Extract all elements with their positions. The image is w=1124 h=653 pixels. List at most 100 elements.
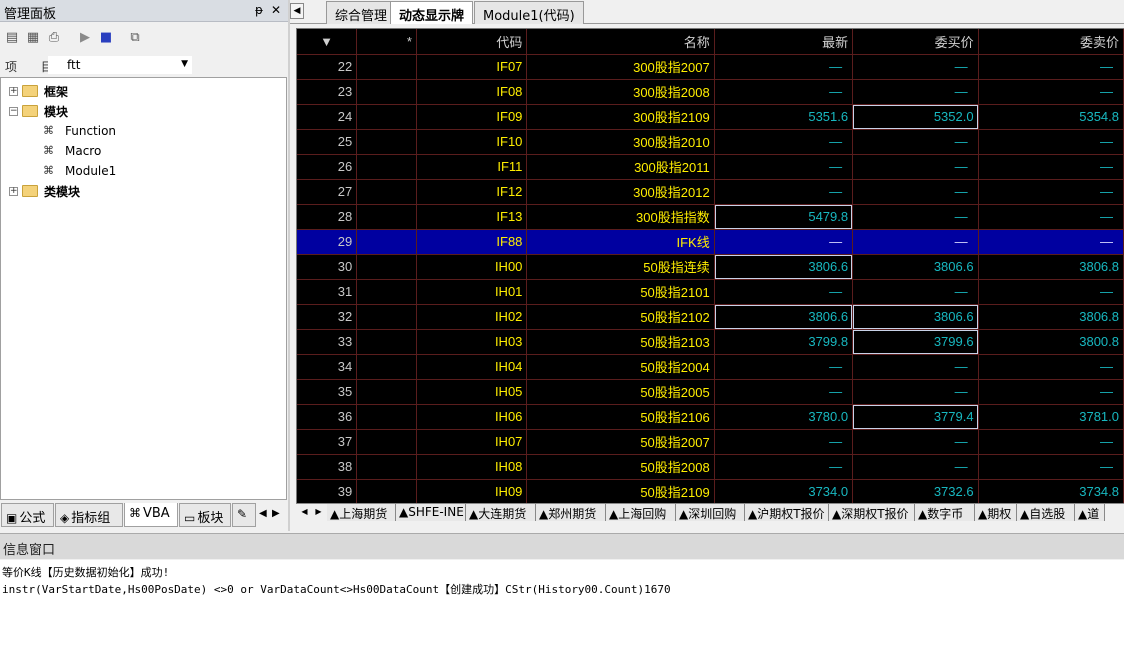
cell-bid: —	[852, 54, 979, 80]
market-tab[interactable]: ▲期权	[975, 504, 1017, 521]
table-row[interactable]: 24 IF09 300股指2109 5351.6 5352.0 5354.8	[297, 104, 1124, 130]
market-tab[interactable]: ▲大连期货	[466, 504, 536, 521]
tab-label: Module1(代码)	[483, 9, 575, 24]
market-tab[interactable]: ▲郑州期货	[536, 504, 606, 521]
cell-name: 300股指2011	[526, 154, 715, 180]
table-row[interactable]: 33 IH03 50股指2103 3799.8 3799.6 3800.8	[297, 329, 1124, 355]
info-window-log[interactable]: 等价K线【历史数据初始化】成功! instr(VarStartDate,Hs00…	[0, 560, 1124, 653]
tree-item-function[interactable]: ⌘ Function	[43, 121, 116, 141]
panel-title: 管理面板	[4, 7, 57, 22]
formula-icon: ▣	[6, 511, 18, 525]
table-row[interactable]: 32 IH02 50股指2102 3806.6 3806.6 3806.8	[297, 304, 1124, 330]
column-header-ask[interactable]: 委卖价	[978, 29, 1124, 55]
cell-bid: —	[852, 129, 979, 155]
table-row[interactable]: 25 IF10 300股指2010— — —	[297, 129, 1124, 155]
table-row[interactable]: 27 IF12 300股指2012— — —	[297, 179, 1124, 205]
column-header-name[interactable]: 名称	[526, 29, 715, 55]
panel-bottom-tabs: ▣ 公式 ◈ 指标组 ⌘ VBA ▭ 板块 ✎ ◀ ▶	[0, 502, 288, 528]
market-tab[interactable]: ▲沪期权T报价	[745, 504, 829, 521]
tab-pencil[interactable]: ✎	[232, 503, 256, 527]
table-row[interactable]: 38 IH08 50股指2008— — —	[297, 454, 1124, 480]
table-row[interactable]: 22 IF07 300股指2007— — —	[297, 54, 1124, 80]
table-row[interactable]: 35 IH05 50股指2005— — —	[297, 379, 1124, 405]
print-icon[interactable]: ⎙	[45, 29, 63, 47]
market-tab[interactable]: ▲上海回购	[606, 504, 676, 521]
market-tab[interactable]: ▲深期权T报价	[829, 504, 915, 521]
project-select[interactable]: ftt ▼	[48, 56, 192, 74]
panel-title-bar: 管理面板 ᵽ ✕	[0, 0, 288, 22]
market-tab[interactable]: ▲深圳回购	[676, 504, 745, 521]
close-icon[interactable]: ✕	[271, 3, 281, 17]
panel-splitter[interactable]	[288, 0, 290, 531]
tab-dynamic-board[interactable]: 动态显示牌	[390, 1, 474, 24]
table-row[interactable]: 29 IF88 IFK线 — — —	[297, 229, 1124, 255]
market-scroll-left-icon[interactable]: ◀	[298, 505, 311, 519]
cell-last: 3799.8	[714, 329, 854, 355]
market-tab[interactable]: ▲道	[1075, 504, 1105, 521]
chevron-down-icon[interactable]: ▼	[181, 59, 188, 69]
row-flag	[356, 329, 417, 355]
column-header-star[interactable]: *	[356, 29, 417, 55]
table-row[interactable]: 23 IF08 300股指2008— — —	[297, 79, 1124, 105]
tab-block[interactable]: ▭ 板块	[179, 503, 231, 527]
table-row[interactable]: 30 IH00 50股指连续 3806.6 3806.6 3806.8	[297, 254, 1124, 280]
row-number: 27	[297, 179, 358, 205]
market-tab[interactable]: ▲上海期货	[327, 504, 396, 521]
cell-bid: 3732.6	[852, 479, 979, 503]
sort-menu-icon[interactable]: ▼	[297, 29, 358, 55]
market-scroll-right-icon[interactable]: ▶	[312, 505, 325, 519]
cell-code: IF88	[416, 229, 528, 255]
cell-name: 50股指连续	[526, 254, 715, 280]
tree-item-module1[interactable]: ⌘ Module1	[43, 161, 116, 181]
management-panel: 管理面板 ᵽ ✕ ▤ ▦ ⎙ ▶ ■ ⧉ 项 目 ftt ▼ + 框架 − 模块…	[0, 0, 288, 531]
column-header-bid[interactable]: 委买价	[852, 29, 979, 55]
table-row[interactable]: 36 IH06 50股指2106 3780.0 3779.4 3781.0	[297, 404, 1124, 430]
tree-item-class-modules[interactable]: + 类模块	[9, 181, 80, 201]
expand-icon[interactable]: +	[9, 86, 18, 96]
table-row[interactable]: 31 IH01 50股指2101— — —	[297, 279, 1124, 305]
export-icon[interactable]: ⧉	[126, 29, 144, 47]
tab-label: 指标组	[71, 511, 111, 526]
layout-icon[interactable]: ▦	[24, 29, 42, 47]
row-number: 28	[297, 204, 358, 230]
pin-icon[interactable]: ᵽ	[255, 3, 263, 17]
tree-item-macro[interactable]: ⌘ Macro	[43, 141, 101, 161]
tab-vba[interactable]: ⌘ VBA	[124, 503, 178, 527]
market-tab[interactable]: ▲SHFE-INE	[396, 504, 466, 521]
market-tab[interactable]: ▲数字币	[915, 504, 975, 521]
tab-scroll-left-icon[interactable]: ◀	[290, 3, 304, 19]
cell-last: —	[714, 229, 854, 255]
run-icon[interactable]: ▶	[76, 29, 94, 47]
tab-module1-code[interactable]: Module1(代码)	[474, 1, 584, 24]
scroll-right-icon[interactable]: ▶	[272, 508, 280, 519]
cell-name: 300股指2012	[526, 179, 715, 205]
cell-ask: —	[978, 129, 1124, 155]
table-row[interactable]: 26 IF11 300股指2011— — —	[297, 154, 1124, 180]
column-header-code[interactable]: 代码	[416, 29, 528, 55]
block-icon: ▭	[184, 511, 196, 525]
table-row[interactable]: 34 IH04 50股指2004— — —	[297, 354, 1124, 380]
column-header-last[interactable]: 最新	[714, 29, 854, 55]
cell-code: IH07	[416, 429, 528, 455]
market-tab[interactable]: ▲自选股	[1017, 504, 1075, 521]
cell-code: IH09	[416, 479, 528, 503]
cell-last: 3780.0	[714, 404, 854, 430]
tab-indicator-group[interactable]: ◈ 指标组	[55, 503, 123, 527]
expand-icon[interactable]: +	[9, 186, 18, 196]
cell-ask: 3800.8	[978, 329, 1124, 355]
properties-icon[interactable]: ▤	[3, 29, 21, 47]
collapse-icon[interactable]: −	[9, 106, 18, 116]
row-number: 26	[297, 154, 358, 180]
table-row[interactable]: 39 IH09 50股指2109 3734.0 3732.6 3734.8	[297, 479, 1124, 503]
tree-item-modules[interactable]: − 模块	[9, 101, 68, 121]
row-number: 30	[297, 254, 358, 280]
table-row[interactable]: 37 IH07 50股指2007— — —	[297, 429, 1124, 455]
row-flag	[356, 429, 417, 455]
row-flag	[356, 229, 417, 255]
tree-item-framework[interactable]: + 框架	[9, 81, 68, 101]
stop-icon[interactable]: ■	[97, 29, 115, 47]
tab-formula[interactable]: ▣ 公式	[1, 503, 54, 527]
scroll-left-icon[interactable]: ◀	[259, 508, 267, 519]
table-row[interactable]: 28 IF13 300股指指数 5479.8— —	[297, 204, 1124, 230]
tab-overview[interactable]: 综合管理	[326, 1, 397, 24]
